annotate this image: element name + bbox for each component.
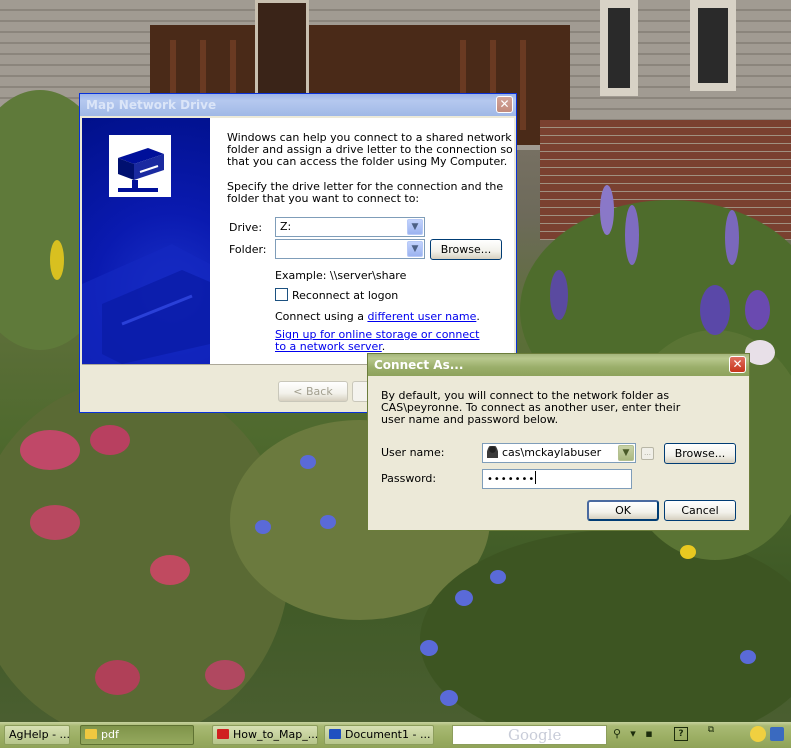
browse-folder-button[interactable]: Browse... bbox=[430, 239, 502, 260]
chevron-down-icon[interactable]: ▼ bbox=[407, 241, 423, 257]
password-field[interactable]: ••••••• bbox=[482, 469, 632, 489]
wallpaper-flower bbox=[50, 240, 64, 280]
instruction-text: Specify the drive letter for the connect… bbox=[227, 180, 504, 205]
wallpaper-flower bbox=[490, 570, 506, 584]
close-button[interactable]: ✕ bbox=[729, 356, 746, 373]
wallpaper-window bbox=[600, 0, 638, 96]
minimize-icon[interactable]: ▪ bbox=[642, 727, 656, 741]
wallpaper-flower bbox=[320, 515, 336, 529]
taskbar-item-label: pdf bbox=[101, 728, 119, 741]
wallpaper-flower bbox=[600, 185, 614, 235]
close-icon: ✕ bbox=[499, 97, 510, 111]
map-network-drive-titlebar[interactable]: Map Network Drive ✕ bbox=[80, 94, 516, 116]
connect-as-titlebar[interactable]: Connect As... ✕ bbox=[368, 354, 749, 376]
username-value: cas\mckaylabuser bbox=[502, 446, 602, 459]
browse-user-button[interactable]: Browse... bbox=[664, 443, 736, 464]
wallpaper-flower bbox=[90, 425, 130, 455]
dialog-title: Connect As... bbox=[374, 358, 464, 372]
wallpaper-flower bbox=[625, 205, 639, 265]
wallpaper-window bbox=[690, 0, 736, 91]
restore-icon[interactable]: ⧉ bbox=[704, 723, 718, 737]
google-logo: Google bbox=[508, 726, 562, 744]
wallpaper-flower bbox=[740, 650, 756, 664]
wallpaper-flower bbox=[725, 210, 739, 265]
ellipsis-button[interactable]: … bbox=[641, 447, 654, 460]
password-value: ••••••• bbox=[487, 474, 536, 485]
folder-icon bbox=[85, 729, 97, 739]
taskbar-item-pdf[interactable]: pdf bbox=[80, 725, 194, 745]
drive-label: Drive: bbox=[229, 221, 263, 234]
window-title: Map Network Drive bbox=[86, 98, 217, 112]
help-icon[interactable]: ? bbox=[674, 727, 688, 741]
wallpaper-flower bbox=[455, 590, 473, 606]
network-drive-icon bbox=[109, 135, 171, 197]
wallpaper-flower bbox=[420, 640, 438, 656]
reconnect-option[interactable]: Reconnect at logon bbox=[275, 288, 398, 302]
intro-text: Windows can help you connect to a shared… bbox=[227, 131, 513, 168]
signup-online-storage-link[interactable]: Sign up for online storage or connect to… bbox=[275, 328, 480, 353]
wallpaper-flower bbox=[255, 520, 271, 534]
taskbar-item-label: How_to_Map_... bbox=[233, 728, 318, 741]
taskbar: AgHelp - ... pdf How_to_Map_... Document… bbox=[0, 722, 791, 748]
folder-combobox[interactable]: ▼ bbox=[275, 239, 425, 259]
wallpaper-flower bbox=[150, 555, 190, 585]
cancel-button[interactable]: Cancel bbox=[664, 500, 736, 521]
word-document-icon bbox=[329, 729, 341, 739]
search-icon[interactable]: ⚲ bbox=[610, 727, 624, 741]
user-icon bbox=[487, 446, 498, 458]
signup-suffix: . bbox=[381, 340, 386, 353]
signup-text: Sign up for online storage or connect to… bbox=[275, 329, 485, 353]
wallpaper-flower bbox=[700, 285, 730, 335]
pdf-icon bbox=[217, 729, 229, 739]
taskbar-item-aghelp[interactable]: AgHelp - ... bbox=[4, 725, 70, 745]
reconnect-label: Reconnect at logon bbox=[292, 289, 399, 302]
reconnect-checkbox[interactable] bbox=[275, 288, 288, 301]
connect-as-description: By default, you will connect to the netw… bbox=[381, 389, 681, 426]
wallpaper-flower bbox=[300, 455, 316, 469]
tray-network-icon[interactable] bbox=[770, 727, 784, 741]
wallpaper-flower bbox=[20, 430, 80, 470]
wallpaper-flower bbox=[440, 690, 458, 706]
text-cursor bbox=[535, 471, 537, 484]
example-text: Example: \\server\share bbox=[275, 269, 407, 282]
password-label: Password: bbox=[381, 472, 437, 485]
tray-app-icon[interactable] bbox=[750, 726, 766, 742]
taskbar-item-how-to-map[interactable]: How_to_Map_... bbox=[212, 725, 318, 745]
chevron-down-icon[interactable]: ▼ bbox=[407, 219, 423, 235]
wizard-side-panel bbox=[82, 118, 210, 364]
wallpaper-flower bbox=[30, 505, 80, 540]
wallpaper-flower bbox=[205, 660, 245, 690]
wallpaper-flower bbox=[550, 270, 568, 320]
decorative-drive-art bbox=[82, 244, 210, 364]
close-button[interactable]: ✕ bbox=[496, 96, 513, 113]
different-user-name-link[interactable]: different user name bbox=[367, 310, 476, 323]
folder-label: Folder: bbox=[229, 243, 267, 256]
google-search-box[interactable]: Google bbox=[452, 725, 607, 745]
taskbar-item-document1[interactable]: Document1 - ... bbox=[324, 725, 434, 745]
close-icon: ✕ bbox=[732, 357, 743, 371]
wallpaper-flower bbox=[95, 660, 140, 695]
back-button[interactable]: < Back bbox=[278, 381, 348, 402]
connect-as-dialog: Connect As... ✕ By default, you will con… bbox=[367, 353, 750, 531]
chevron-down-icon[interactable]: ▼ bbox=[618, 445, 634, 461]
taskbar-item-label: AgHelp - ... bbox=[9, 728, 70, 741]
wallpaper-rail bbox=[520, 40, 526, 130]
taskbar-item-label: Document1 - ... bbox=[345, 728, 431, 741]
wallpaper-door bbox=[255, 0, 309, 101]
connect-using-prefix: Connect using a bbox=[275, 310, 368, 323]
drive-value: Z: bbox=[280, 220, 292, 233]
username-label: User name: bbox=[381, 446, 445, 459]
ok-button[interactable]: OK bbox=[587, 500, 659, 521]
connect-using-suffix: . bbox=[476, 310, 480, 323]
username-combobox[interactable]: cas\mckaylabuser ▼ bbox=[482, 443, 636, 463]
drive-combobox[interactable]: Z: ▼ bbox=[275, 217, 425, 237]
chevron-down-icon[interactable]: ▾ bbox=[626, 727, 640, 741]
wallpaper-flower bbox=[680, 545, 696, 559]
wallpaper-flower bbox=[745, 290, 770, 330]
connect-using-text: Connect using a different user name. bbox=[275, 310, 480, 323]
